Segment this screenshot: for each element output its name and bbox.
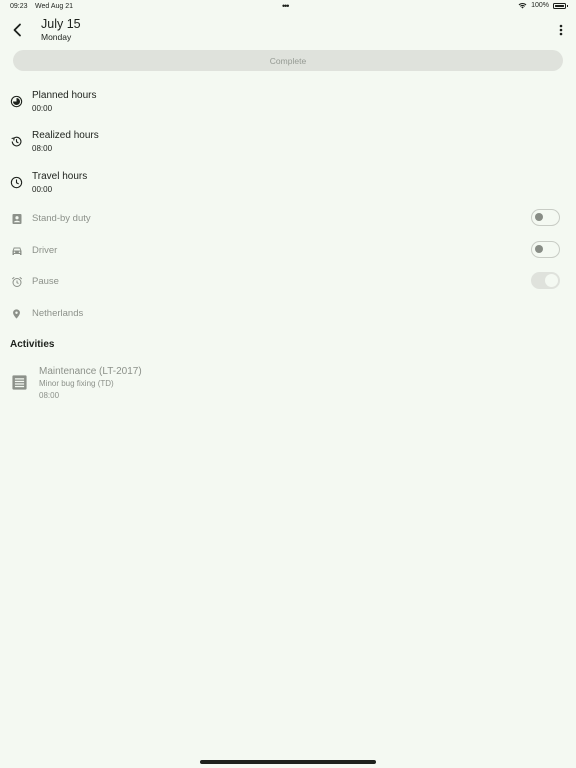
battery-percentage: 100% [531,2,549,9]
location-row: Netherlands [0,306,576,326]
car-icon [10,244,23,257]
realized-hours-label: Realized hours [32,130,99,141]
travel-hours-label: Travel hours [32,171,88,182]
realized-hours-row[interactable]: Realized hours 08:00 [0,130,576,160]
battery-icon [553,2,568,9]
title-block: July 15 Monday [41,17,81,42]
activity-item[interactable]: Maintenance (LT-2017) Minor bug fixing (… [0,364,576,404]
stand-by-duty-row: Stand-by duty [0,209,576,231]
driver-label: Driver [32,245,58,256]
location-label: Netherlands [32,308,84,319]
pause-switch[interactable] [531,272,560,289]
activities-title: Activities [10,339,55,350]
travel-hours-row[interactable]: Travel hours 00:00 [0,171,576,201]
status-right: 100% [518,2,568,9]
badge-icon [10,212,23,225]
back-button[interactable] [8,21,26,39]
status-time: 09:23 [10,3,28,10]
page-subtitle: Monday [41,32,72,42]
document-list-icon [11,374,28,391]
activity-hours: 08:00 [39,391,60,400]
home-indicator[interactable] [200,760,376,764]
page-title: July 15 [41,17,81,31]
realized-hours-value: 08:00 [32,144,53,153]
activity-description: Minor bug fixing (TD) [39,379,114,388]
pause-row: Pause [0,272,576,294]
clock-icon [10,176,23,189]
stand-by-duty-label: Stand-by duty [32,213,91,224]
status-bar: 09:23 Wed Aug 21 ••• 100% [0,0,576,14]
complete-button[interactable]: Complete [13,50,563,71]
more-options-button[interactable] [556,23,566,37]
planned-hours-value: 00:00 [32,104,53,113]
planned-hours-label: Planned hours [32,90,97,101]
stand-by-duty-switch[interactable] [531,209,560,226]
activity-title: Maintenance (LT-2017) [39,366,142,377]
wifi-icon [518,2,527,9]
pause-label: Pause [32,276,59,287]
more-vertical-icon [559,24,563,36]
screen: 09:23 Wed Aug 21 ••• 100% July 15 Monday [0,0,576,768]
multitasking-dots[interactable]: ••• [282,1,290,11]
pie-clock-icon [10,95,23,108]
location-pin-icon [10,307,23,320]
history-icon [10,135,23,148]
alarm-icon [10,275,23,288]
travel-hours-value: 00:00 [32,185,53,194]
header: July 15 Monday [0,14,576,46]
planned-hours-row[interactable]: Planned hours 00:00 [0,90,576,120]
driver-switch[interactable] [531,241,560,258]
driver-row: Driver [0,241,576,263]
status-date: Wed Aug 21 [35,3,74,10]
chevron-left-icon [13,23,21,37]
